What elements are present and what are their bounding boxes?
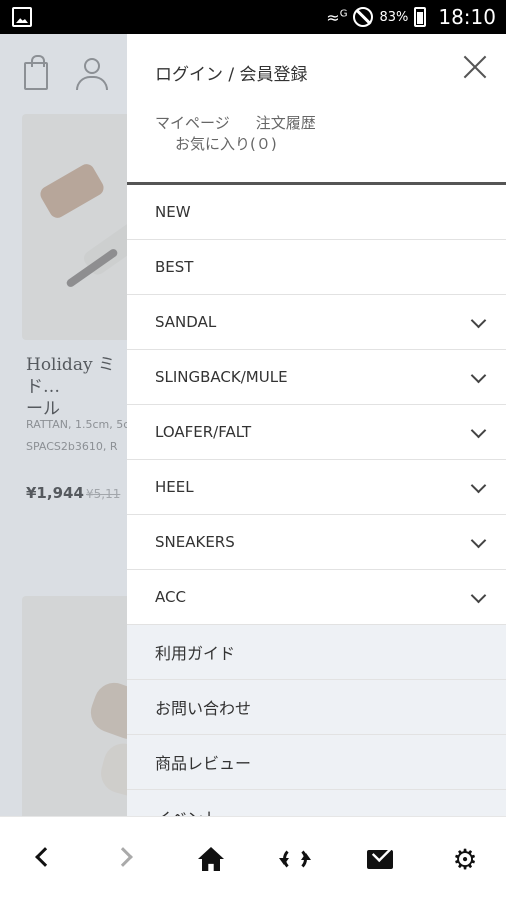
forward-button[interactable] [84,817,168,900]
menu-item-label: ACC [155,588,186,606]
settings-button[interactable]: ⚙ [422,817,506,900]
menu-item-label: お問い合わせ [155,699,252,718]
mypage-link[interactable]: マイページ [155,113,230,134]
favorites-link[interactable]: お気に入り(０) [155,134,316,155]
chevron-down-icon[interactable] [470,532,487,549]
reload-button[interactable] [253,817,337,900]
clock: 18:10 [438,5,496,29]
menu-item-label: 商品レビュー [155,754,252,773]
category-menu: NEW BEST SANDAL SLINGBACK/MULE LOAFER/FA… [127,185,506,816]
login-link[interactable]: ログイン / 会員登録 [155,60,308,85]
status-right: ≈G 83% 18:10 [326,0,496,34]
battery-percent: 83% [379,9,409,25]
chevron-down-icon[interactable] [470,477,487,494]
order-history-link[interactable]: 注文履歴 [256,113,316,134]
menu-item-label: BEST [155,258,194,276]
menu-item-sandal[interactable]: SANDAL [127,295,506,350]
menu-item-contact[interactable]: お問い合わせ [127,680,506,735]
chevron-down-icon[interactable] [470,587,487,604]
forward-icon [113,847,133,867]
menu-item-slingback-mule[interactable]: SLINGBACK/MULE [127,350,506,405]
status-bar: ≈G 83% 18:10 [0,0,506,34]
menu-item-sneakers[interactable]: SNEAKERS [127,515,506,570]
chevron-down-icon[interactable] [470,422,487,439]
back-icon [35,847,55,867]
menu-item-reviews[interactable]: 商品レビュー [127,735,506,790]
close-icon[interactable] [462,54,488,80]
chevron-down-icon[interactable] [470,367,487,384]
menu-item-label: HEEL [155,478,194,496]
wifi-icon: ≈G [326,7,348,27]
chevron-down-icon[interactable] [470,312,487,329]
drawer-header: ログイン / 会員登録 マイページ 注文履歴 お気に入り(０) [127,34,506,182]
reload-icon [279,847,311,871]
menu-item-acc[interactable]: ACC [127,570,506,625]
mail-icon [367,850,393,869]
settings-icon: ⚙ [452,843,478,876]
side-drawer: ログイン / 会員登録 マイページ 注文履歴 お気に入り(０) NEW BEST … [127,34,506,816]
menu-item-best[interactable]: BEST [127,240,506,295]
menu-item-loafer-falt[interactable]: LOAFER/FALT [127,405,506,460]
account-links: マイページ 注文履歴 お気に入り(０) [155,113,316,155]
home-button[interactable] [169,817,253,900]
menu-item-label: イベント [155,805,219,816]
back-button[interactable] [0,817,84,900]
home-icon [198,847,224,871]
battery-icon [414,7,427,27]
menu-item-new[interactable]: NEW [127,185,506,240]
network-type: G [339,8,348,20]
menu-item-label: NEW [155,203,191,221]
menu-item-label: SANDAL [155,313,217,331]
gallery-icon [12,7,32,27]
menu-item-guide[interactable]: 利用ガイド [127,625,506,680]
menu-item-label: SNEAKERS [155,533,235,551]
menu-item-label: LOAFER/FALT [155,423,252,441]
menu-item-events[interactable]: イベント [127,790,506,816]
menu-item-label: SLINGBACK/MULE [155,368,288,386]
bottom-navigation: ⚙ [0,816,506,900]
menu-item-heel[interactable]: HEEL [127,460,506,515]
menu-item-label: 利用ガイド [155,644,236,663]
do-not-disturb-icon [353,7,374,27]
mail-button[interactable] [338,817,422,900]
